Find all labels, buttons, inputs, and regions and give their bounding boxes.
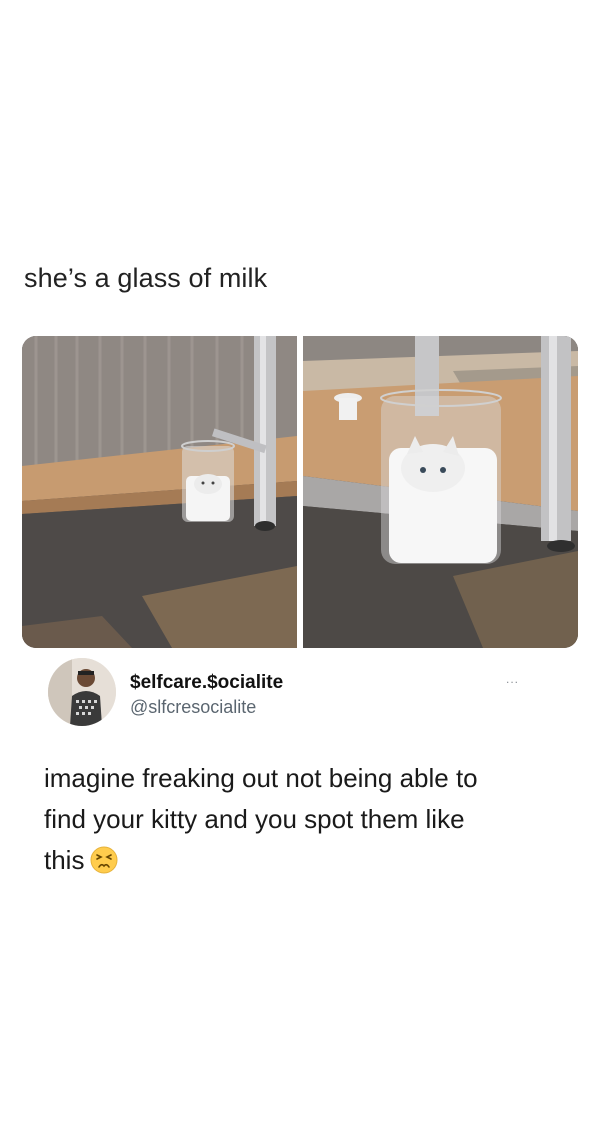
cat-in-glass-photo-closeup[interactable] [303, 336, 578, 648]
user-handle[interactable]: @slfcresocialite [130, 697, 256, 718]
post-caption: she’s a glass of milk [24, 263, 268, 293]
tweet-text-last-word: this [44, 845, 85, 875]
cat-in-glass-photo-wide[interactable] [22, 336, 297, 648]
display-name[interactable]: $elfcare.$ocialite [130, 672, 283, 694]
tweet-text-line-last: this [44, 840, 564, 881]
avatar[interactable] [48, 658, 116, 726]
more-options-icon[interactable]: ... [506, 672, 519, 686]
tweet-text: imagine freaking out not being able to f… [44, 758, 564, 881]
persevering-face-emoji-icon [90, 845, 118, 874]
tweet-text-line: imagine freaking out not being able to [44, 763, 478, 793]
tweet-text-line: find your kitty and you spot them like [44, 804, 465, 834]
